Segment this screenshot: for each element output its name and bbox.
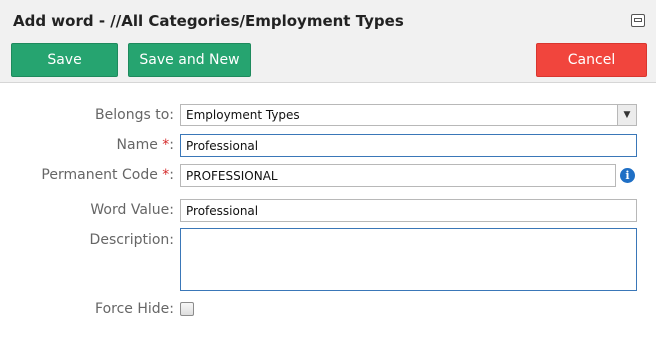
- permanent-code-label-text: Permanent Code: [41, 167, 163, 183]
- permanent-code-label: Permanent Code *:: [41, 167, 174, 183]
- description-label: Description:: [89, 232, 174, 248]
- info-icon[interactable]: i: [620, 168, 635, 183]
- chevron-down-icon[interactable]: ▼: [617, 105, 636, 125]
- belongs-to-label: Belongs to:: [95, 107, 174, 123]
- force-hide-label: Force Hide:: [95, 301, 174, 317]
- description-textarea[interactable]: [180, 228, 637, 291]
- maximize-icon[interactable]: [631, 14, 645, 27]
- force-hide-checkbox[interactable]: [180, 302, 194, 316]
- name-input[interactable]: Professional: [180, 134, 637, 157]
- word-value-value: Professional: [186, 203, 259, 218]
- save-button[interactable]: Save: [11, 43, 118, 77]
- permanent-code-input[interactable]: PROFESSIONAL: [180, 164, 616, 187]
- name-label-colon: :: [169, 137, 174, 153]
- permanent-code-value: PROFESSIONAL: [186, 168, 278, 183]
- permanent-code-label-colon: :: [169, 167, 174, 183]
- belongs-to-value: Employment Types: [186, 108, 300, 122]
- word-value-input[interactable]: Professional: [180, 199, 637, 222]
- word-value-label: Word Value:: [90, 202, 174, 218]
- name-value: Professional: [186, 138, 259, 153]
- belongs-to-select[interactable]: Employment Types ▼: [180, 104, 637, 126]
- dialog-header: Add word - //All Categories/Employment T…: [0, 0, 656, 83]
- save-and-new-button[interactable]: Save and New: [128, 43, 251, 77]
- name-label-text: Name: [116, 137, 163, 153]
- cancel-button[interactable]: Cancel: [536, 43, 647, 77]
- name-label: Name *:: [117, 137, 174, 153]
- dialog-title: Add word - //All Categories/Employment T…: [13, 12, 404, 30]
